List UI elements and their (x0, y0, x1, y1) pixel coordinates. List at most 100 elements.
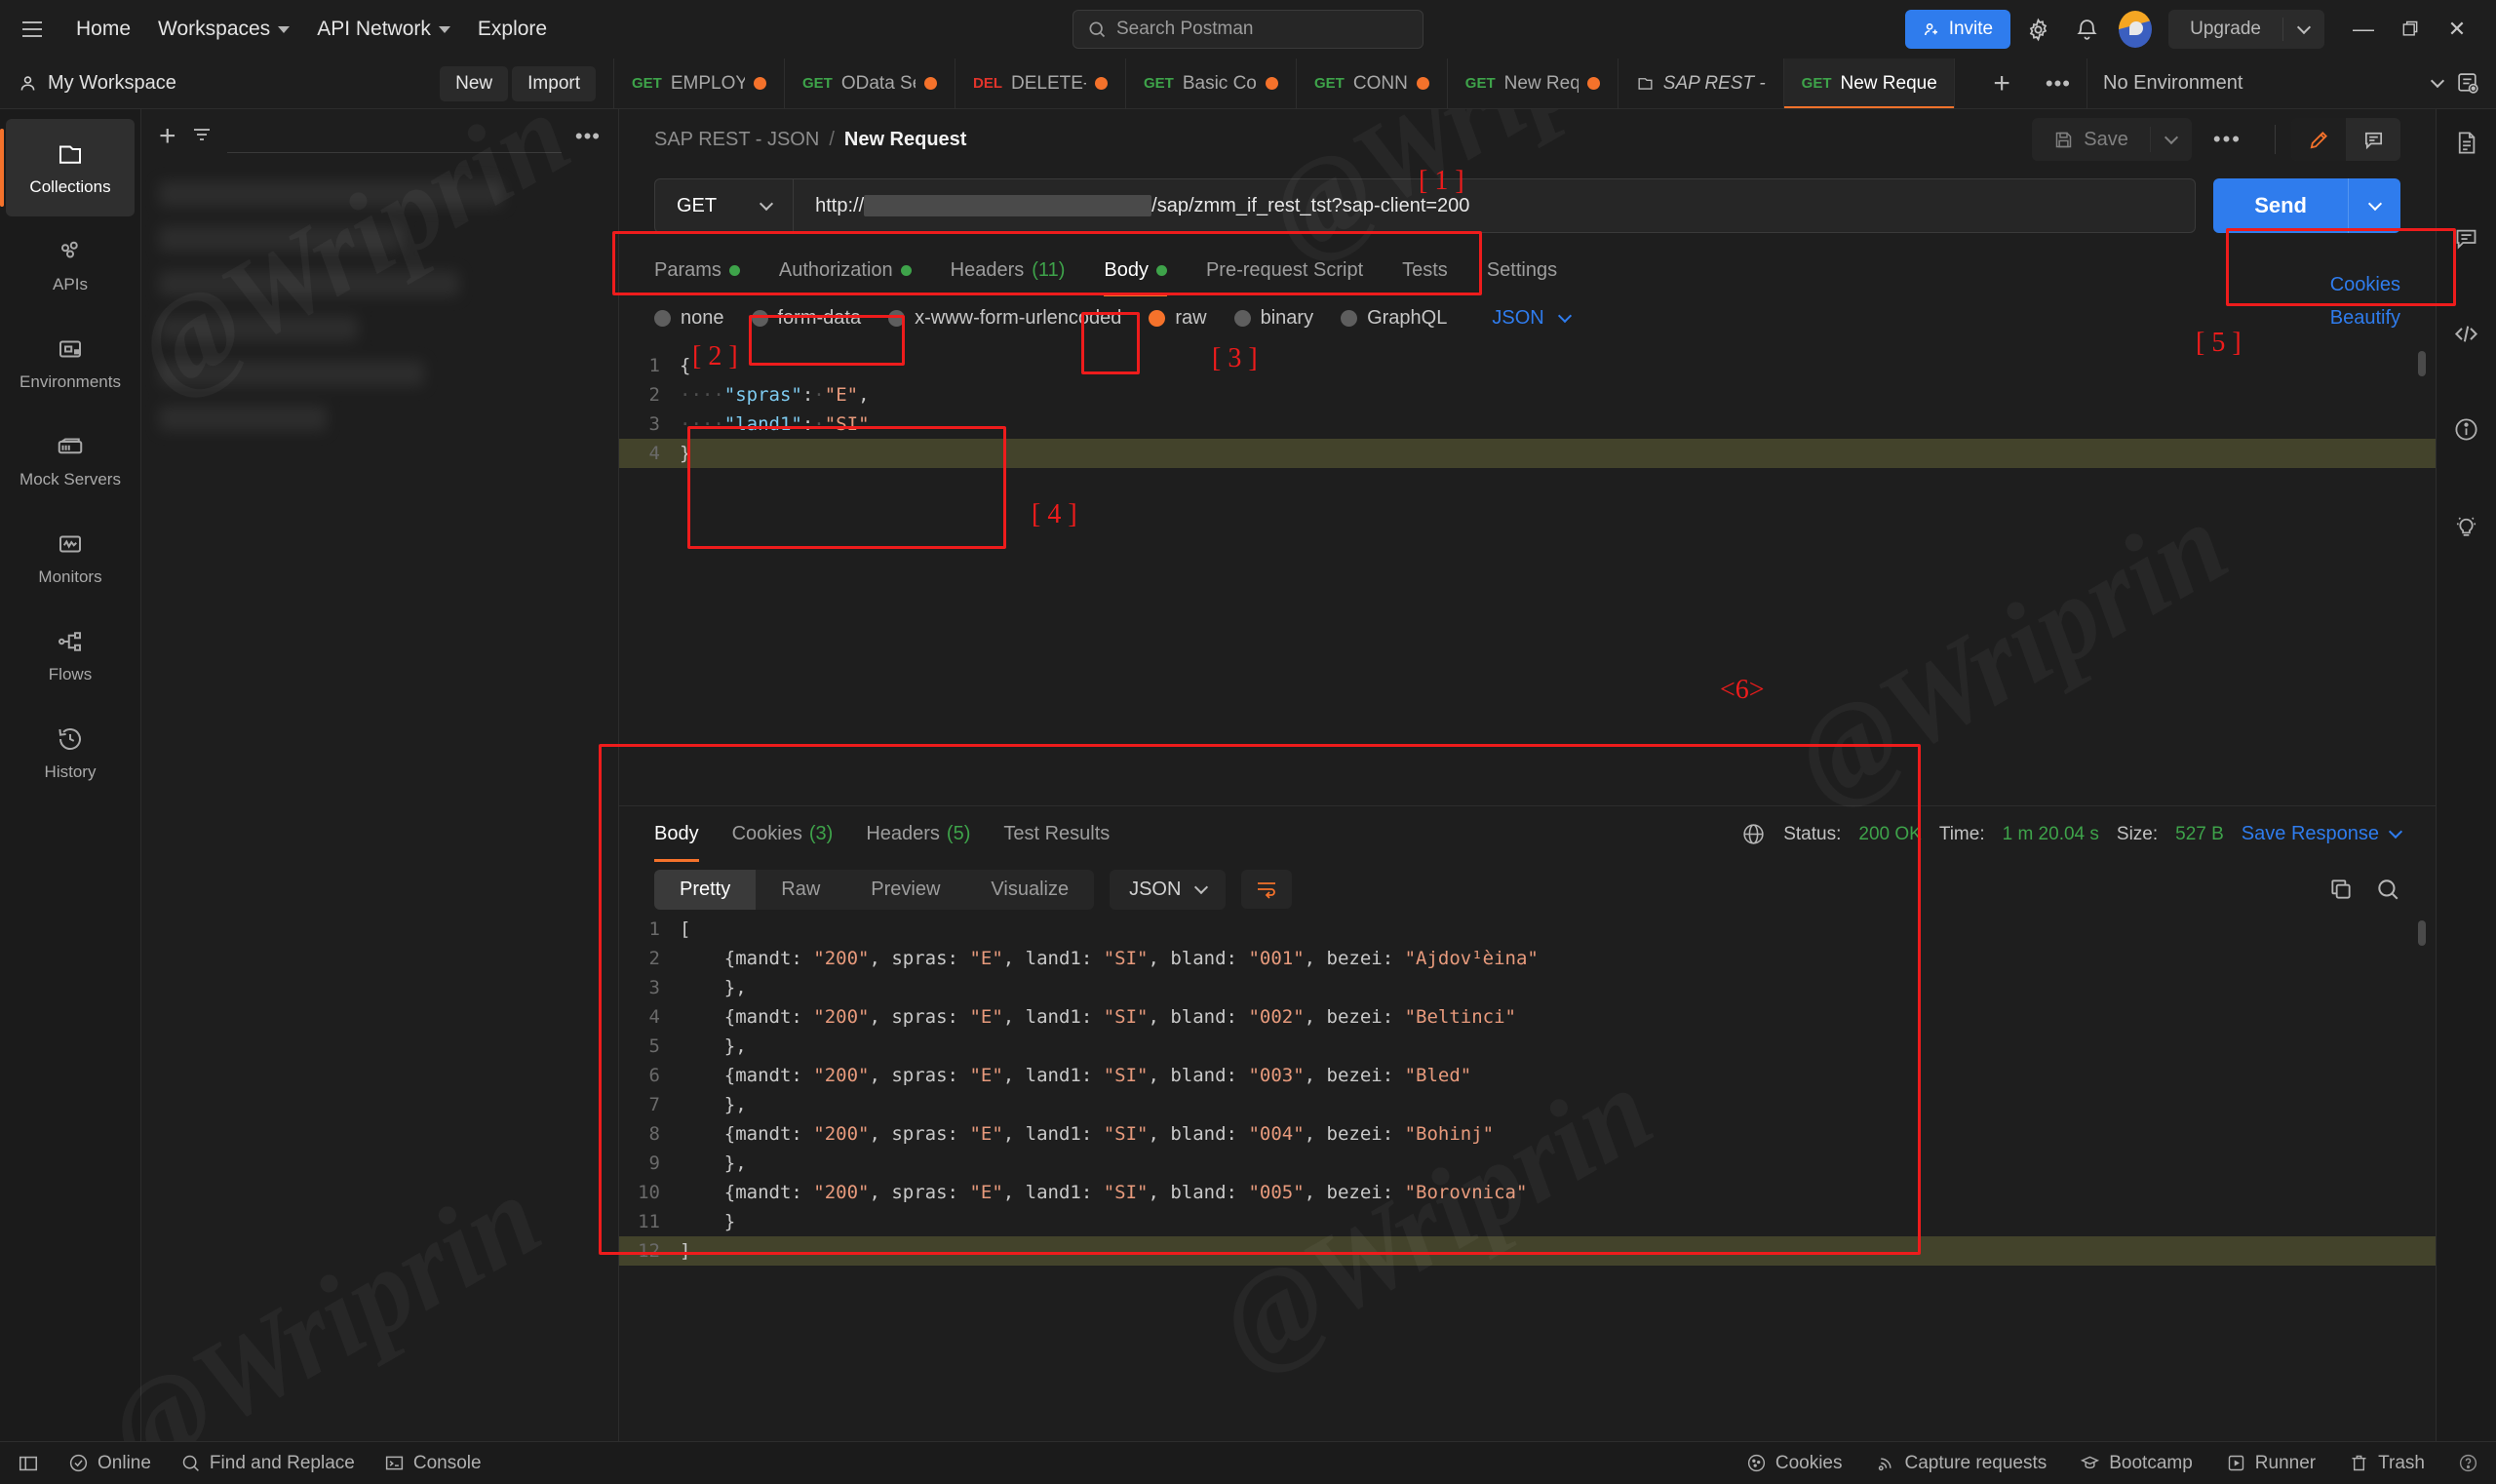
trash-button[interactable]: Trash (2349, 1453, 2425, 1474)
response-tab-body[interactable]: Body (654, 807, 699, 862)
request-tab[interactable]: SAP REST - (1618, 59, 1784, 108)
breadcrumb-current[interactable]: New Request (844, 129, 967, 151)
nav-home[interactable]: Home (62, 10, 144, 49)
info-icon[interactable] (2447, 410, 2486, 449)
http-method-selector[interactable]: GET (655, 179, 794, 232)
add-collection-button[interactable]: + (159, 122, 176, 151)
bootcamp-button[interactable]: Bootcamp (2080, 1453, 2193, 1474)
url-field[interactable]: GET http:///sap/zmm_if_rest_tst?sap-clie… (654, 178, 2196, 233)
sidebar-item-mock-servers[interactable]: Mock Servers (0, 411, 140, 509)
settings-gear-icon[interactable] (2016, 8, 2059, 51)
documentation-icon[interactable] (2447, 123, 2486, 162)
body-type-graphql[interactable]: GraphQL (1341, 307, 1447, 330)
send-button[interactable]: Send (2213, 178, 2348, 233)
response-view-raw[interactable]: Raw (756, 870, 845, 910)
sidebar-more-button[interactable]: ••• (575, 124, 601, 149)
response-body-editor[interactable]: 1[2 {mandt: "200", spras: "E", land1: "S… (619, 915, 2436, 1275)
request-tab[interactable]: GETNew Requ (1448, 59, 1618, 108)
body-type-x-www-form-urlencoded[interactable]: x-www-form-urlencoded (888, 307, 1121, 330)
sidebar-item-history[interactable]: History (0, 704, 140, 801)
comments-icon[interactable] (2447, 218, 2486, 257)
hamburger-menu-icon[interactable] (16, 13, 49, 46)
sidebar-toggle-button[interactable] (18, 1453, 39, 1474)
upgrade-dropdown-button[interactable] (2283, 27, 2324, 32)
sidebar-item-monitors[interactable]: Monitors (0, 509, 140, 606)
response-tab-cookies[interactable]: Cookies(3) (732, 807, 834, 862)
code-snippet-icon[interactable] (2447, 314, 2486, 353)
sidebar-collection-list[interactable] (141, 164, 618, 468)
new-button[interactable]: New (440, 66, 508, 101)
request-tab[interactable]: GETCONN (1297, 59, 1448, 108)
edit-mode-button[interactable] (2291, 118, 2346, 161)
nav-explore[interactable]: Explore (464, 10, 561, 49)
breadcrumb-collection[interactable]: SAP REST - JSON (654, 129, 819, 151)
minimize-button[interactable]: — (2340, 6, 2387, 53)
copy-icon[interactable] (2328, 877, 2354, 902)
request-tab-authorization[interactable]: Authorization (760, 244, 931, 296)
runner-button[interactable]: Runner (2226, 1453, 2316, 1474)
workspace-name[interactable]: My Workspace (18, 72, 176, 95)
save-dropdown-button[interactable] (2151, 118, 2192, 161)
send-dropdown-button[interactable] (2348, 178, 2400, 233)
response-tab-test-results[interactable]: Test Results (1003, 807, 1110, 862)
save-response-button[interactable]: Save Response (2242, 823, 2400, 845)
help-icon[interactable] (2458, 1453, 2478, 1474)
response-view-pretty[interactable]: Pretty (654, 870, 756, 910)
invite-button[interactable]: Invite (1905, 10, 2010, 49)
request-tab-headers[interactable]: Headers(11) (931, 244, 1085, 296)
online-status[interactable]: Online (68, 1453, 151, 1474)
request-tab-tests[interactable]: Tests (1383, 244, 1467, 296)
save-button[interactable]: Save (2032, 119, 2150, 161)
environment-selector[interactable]: No Environment (2086, 59, 2496, 108)
request-cookies-link[interactable]: Cookies (2330, 274, 2400, 296)
body-type-form-data[interactable]: form-data (752, 307, 862, 330)
user-avatar[interactable] (2114, 8, 2157, 51)
sidebar-item-environments[interactable]: Environments (0, 314, 140, 411)
global-search-input[interactable]: Search Postman (1072, 10, 1424, 49)
body-type-binary[interactable]: binary (1234, 307, 1313, 330)
request-tab-params[interactable]: Params (654, 244, 760, 296)
notification-bell-icon[interactable] (2065, 8, 2108, 51)
request-tab[interactable]: DELDELETE-E (956, 59, 1126, 108)
console-button[interactable]: Console (384, 1453, 482, 1474)
find-and-replace-button[interactable]: Find and Replace (180, 1453, 355, 1474)
sidebar-item-flows[interactable]: Flows (0, 606, 140, 704)
request-more-button[interactable]: ••• (2196, 127, 2259, 152)
environment-quicklook-icon[interactable] (2456, 71, 2480, 96)
filter-icon[interactable] (190, 123, 214, 151)
body-format-selector[interactable]: JSON (1492, 307, 1569, 330)
request-tab[interactable]: GETEMPLOYE (614, 59, 785, 108)
response-tab-headers[interactable]: Headers(5) (866, 807, 970, 862)
new-tab-button[interactable]: + (1973, 59, 2030, 108)
sidebar-item-apis[interactable]: APIs (0, 216, 140, 314)
comment-mode-button[interactable] (2346, 118, 2400, 161)
request-body-editor[interactable]: 1{2····"spras":·"E",3····"land1":·"SI"4} (619, 343, 2436, 468)
beautify-button[interactable]: Beautify (2330, 307, 2400, 330)
response-view-preview[interactable]: Preview (845, 870, 965, 910)
body-type-raw[interactable]: raw (1149, 307, 1206, 330)
lightbulb-icon[interactable] (2447, 505, 2486, 544)
url-input[interactable]: http:///sap/zmm_if_rest_tst?sap-client=2… (794, 179, 2195, 232)
capture-requests-button[interactable]: Capture requests (1876, 1453, 2048, 1474)
response-view-visualize[interactable]: Visualize (965, 870, 1094, 910)
body-type-none[interactable]: none (654, 307, 724, 330)
request-tab[interactable]: GETNew Reques (1784, 59, 1955, 108)
request-tab-body[interactable]: Body (1084, 244, 1187, 296)
cookies-button[interactable]: Cookies (1746, 1453, 1843, 1474)
nav-api-network[interactable]: API Network (303, 10, 464, 49)
import-button[interactable]: Import (512, 66, 596, 101)
wrap-lines-button[interactable] (1241, 870, 1292, 909)
request-tab-pre-request-script[interactable]: Pre-request Script (1187, 244, 1383, 296)
upgrade-button[interactable]: Upgrade (2168, 19, 2282, 40)
nav-workspaces[interactable]: Workspaces (144, 10, 303, 49)
request-tab[interactable]: GETBasic Cor (1126, 59, 1297, 108)
close-button[interactable]: ✕ (2434, 6, 2480, 53)
sidebar-item-collections[interactable]: Collections (6, 119, 135, 216)
request-tab[interactable]: GETOData Se (785, 59, 956, 108)
response-editor-scrollbar[interactable] (2418, 920, 2426, 946)
sidebar-search-input[interactable] (227, 120, 562, 153)
tab-overflow-button[interactable]: ••• (2030, 59, 2086, 108)
maximize-button[interactable] (2387, 6, 2434, 53)
response-format-selector[interactable]: JSON (1110, 870, 1226, 910)
search-icon[interactable] (2375, 877, 2400, 902)
